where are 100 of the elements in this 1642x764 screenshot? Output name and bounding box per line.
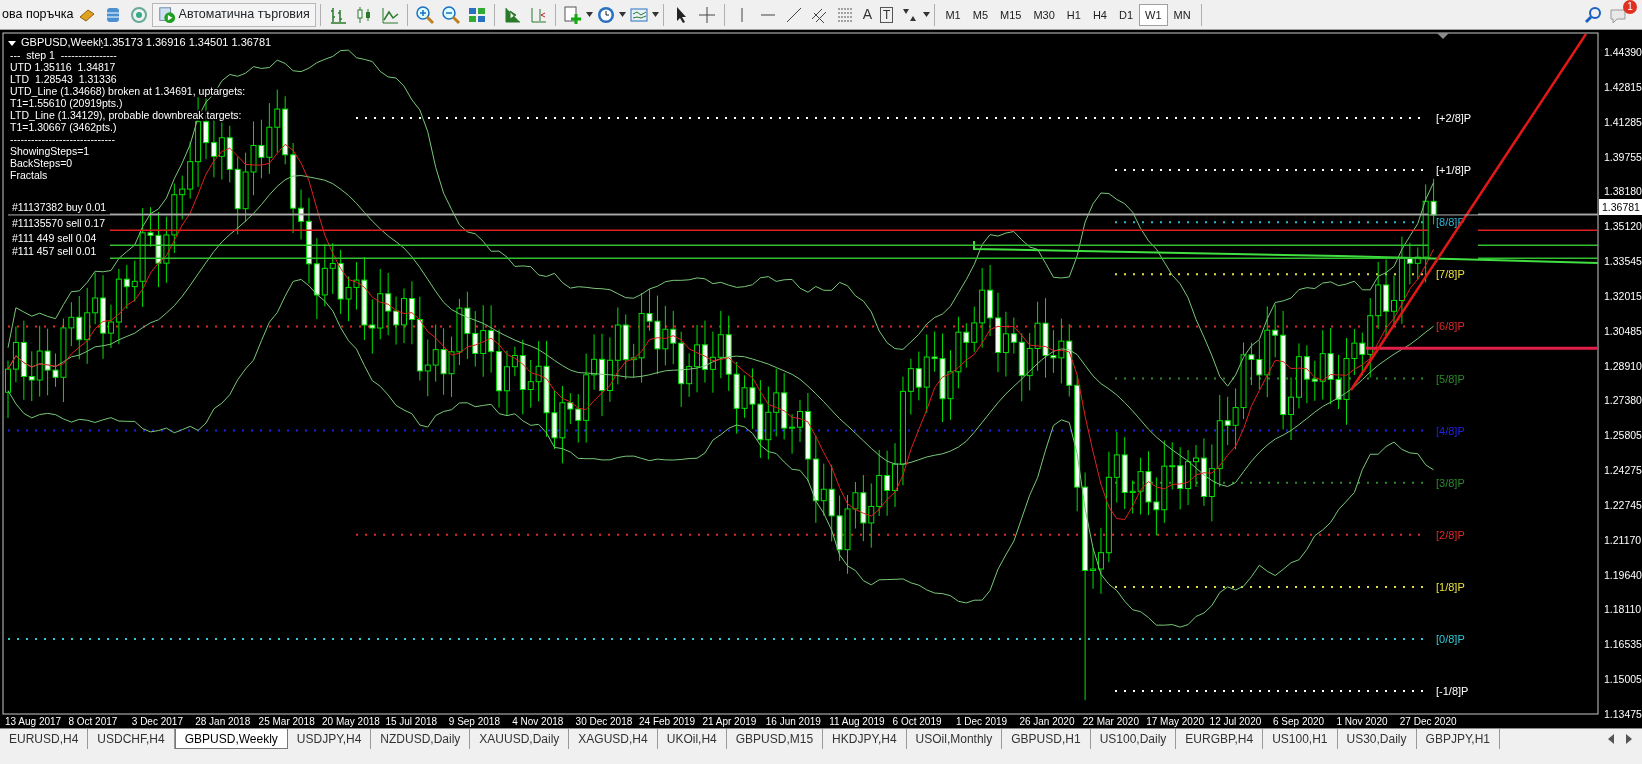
- order-label: #111 457 sell 0.01: [12, 245, 97, 257]
- chart-tab[interactable]: EURUSD,H4: [0, 729, 89, 749]
- chart-shift-marker-icon[interactable]: [1437, 33, 1449, 39]
- indicator-info-text: Fractals: [10, 169, 48, 181]
- level-label: [0/8]P: [1436, 633, 1465, 645]
- timeframe-button[interactable]: M15: [994, 3, 1028, 26]
- date-tick-label: 21 Apr 2019: [702, 716, 757, 727]
- scroll-left-icon[interactable]: [1606, 733, 1616, 745]
- level-label: [-1/8]P: [1436, 685, 1469, 698]
- date-tick-label: 28 Jan 2018: [195, 716, 251, 727]
- chart-tab[interactable]: HKDJPY,H4: [823, 729, 907, 749]
- chart-tab[interactable]: US100,Daily: [1090, 729, 1177, 749]
- radio-waves-icon[interactable]: [128, 4, 149, 25]
- chart-tab[interactable]: XAUUSD,Daily: [470, 729, 570, 749]
- date-tick-label: 12 Jul 2020: [1209, 716, 1262, 727]
- clock-icon[interactable]: [595, 4, 616, 25]
- timeframe-button[interactable]: H1: [1060, 3, 1087, 26]
- indicator-info-text: --- step 1 ----------------: [10, 49, 117, 61]
- chart-tab[interactable]: USDCHF,H4: [88, 729, 175, 749]
- play-circle-icon: [157, 5, 176, 24]
- caret-icon[interactable]: [618, 11, 626, 18]
- chart-tab[interactable]: GBPUSD,M15: [726, 729, 824, 749]
- caret-icon[interactable]: [651, 11, 659, 18]
- chart-tab[interactable]: GBPJPY,H1: [1416, 729, 1501, 749]
- chart-tab[interactable]: US30,Daily: [1337, 729, 1417, 749]
- price-tick-label: 1.18110: [1604, 603, 1642, 616]
- price-tick-label: 1.13475: [1604, 707, 1642, 720]
- indicator-info-text: ------------------------------: [10, 133, 115, 145]
- current-price-label: 1.36781: [1599, 199, 1642, 216]
- crosshair-icon[interactable]: [696, 4, 717, 25]
- timeframe-button[interactable]: M5: [966, 3, 994, 26]
- chart-tab[interactable]: GBPUSD,Weekly: [174, 729, 288, 749]
- order-label: #111 449 sell 0.04: [12, 232, 97, 244]
- level-label: [+2/8]P: [1436, 112, 1472, 124]
- level-label: [4/8]P: [1436, 424, 1465, 437]
- text-label-tool-button[interactable]: T: [880, 6, 894, 23]
- chart-tab[interactable]: US100,H1: [1263, 729, 1338, 749]
- price-tick-label: 1.39755: [1604, 150, 1642, 163]
- price-tick-label: 1.22745: [1604, 498, 1642, 511]
- date-tick-label: 4 Nov 2018: [512, 716, 564, 727]
- price-tick-label: 1.21170: [1604, 533, 1642, 546]
- indicator-info-text: T1=1.30667 (3462pts.): [10, 121, 117, 133]
- date-tick-label: 3 Dec 2017: [131, 716, 183, 727]
- level-label: [5/8]P: [1436, 372, 1465, 385]
- price-tick-label: 1.38180: [1604, 185, 1642, 198]
- search-icon[interactable]: [1583, 4, 1603, 25]
- level-label: [7/8]P: [1436, 268, 1465, 281]
- scroll-right-icon[interactable]: [1624, 733, 1634, 745]
- date-tick-label: 30 Dec 2018: [575, 716, 633, 727]
- date-tick-label: 26 Jan 2020: [1019, 716, 1075, 727]
- date-tick-label: 15 Jul 2018: [385, 716, 438, 727]
- ohlc-values: 1.35173 1.36916 1.34501 1.36781: [103, 36, 272, 48]
- date-tick-label: 20 May 2018: [322, 716, 380, 727]
- collapse-triangle-icon[interactable]: [8, 41, 16, 46]
- level-label: [2/8]P: [1436, 528, 1465, 541]
- timeframe-button[interactable]: M30: [1027, 3, 1061, 26]
- notification-badge: 1: [1623, 0, 1637, 14]
- price-tick-label: 1.42815: [1604, 80, 1642, 93]
- caret-icon[interactable]: [585, 11, 593, 18]
- level-label: [3/8]P: [1436, 476, 1465, 489]
- caret-icon[interactable]: [923, 11, 931, 18]
- new-order-button[interactable]: ова поръчка: [2, 5, 74, 24]
- indicator-info-text: BackSteps=0: [10, 157, 73, 169]
- order-label: #11135570 sell 0.17: [12, 217, 106, 229]
- price-tick-label: 1.19640: [1604, 568, 1642, 581]
- indicator-info-text: LTD 1.28543 1.31336: [10, 73, 117, 85]
- text-tool-button[interactable]: A: [858, 4, 877, 25]
- date-tick-label: 1 Nov 2020: [1336, 716, 1388, 727]
- price-tick-label: 1.32015: [1604, 289, 1642, 302]
- timeframe-button[interactable]: M1: [939, 3, 967, 26]
- chart-tab[interactable]: NZDUSD,Daily: [371, 729, 471, 749]
- timeframe-button[interactable]: W1: [1139, 3, 1168, 26]
- price-tick-label: 1.30485: [1604, 324, 1642, 337]
- indicator-info-text: UTD_Line (1.34668) broken at 1.34691, uptargets:: [10, 85, 246, 97]
- price-tick-label: 1.35120: [1604, 220, 1642, 233]
- chart-tab[interactable]: EURGBP,H4: [1176, 729, 1264, 749]
- indicator-info-text: UTD 1.35116 1.34817: [10, 61, 116, 73]
- date-tick-label: 17 May 2020: [1146, 716, 1205, 727]
- chart-tab[interactable]: GBPUSD,H1: [1002, 729, 1091, 749]
- price-tick-label: 1.28910: [1604, 359, 1642, 372]
- autotrading-button[interactable]: Автоматична търговия: [151, 2, 316, 27]
- price-tick-label: 1.27380: [1604, 394, 1642, 407]
- chart-tab[interactable]: UKOil,H4: [657, 729, 727, 749]
- price-tick-label: 1.15005: [1604, 673, 1642, 686]
- indicator-info-text: T1=1.55610 (20919pts.): [10, 97, 123, 109]
- zoom-in-icon[interactable]: [414, 4, 435, 25]
- level-label: [1/8]P: [1436, 580, 1465, 593]
- chart-tab[interactable]: USDJPY,H4: [287, 729, 372, 749]
- chart-tab[interactable]: USOil,Monthly: [906, 729, 1003, 749]
- date-tick-label: 9 Sep 2018: [448, 716, 500, 727]
- date-tick-label: 11 Aug 2019: [829, 716, 885, 727]
- indicator-info-text: ShowingSteps=1: [10, 145, 90, 157]
- timeframe-button[interactable]: H4: [1086, 3, 1113, 26]
- zoom-out-icon[interactable]: [440, 4, 461, 25]
- timeframe-button[interactable]: MN: [1167, 3, 1197, 26]
- price-tick-label: 1.41285: [1604, 115, 1642, 128]
- order-label: #11137382 buy 0.01: [12, 201, 107, 213]
- price-tick-label: 1.25805: [1604, 429, 1642, 442]
- timeframe-button[interactable]: D1: [1112, 3, 1139, 26]
- chart-tab[interactable]: XAGUSD,H4: [569, 729, 658, 749]
